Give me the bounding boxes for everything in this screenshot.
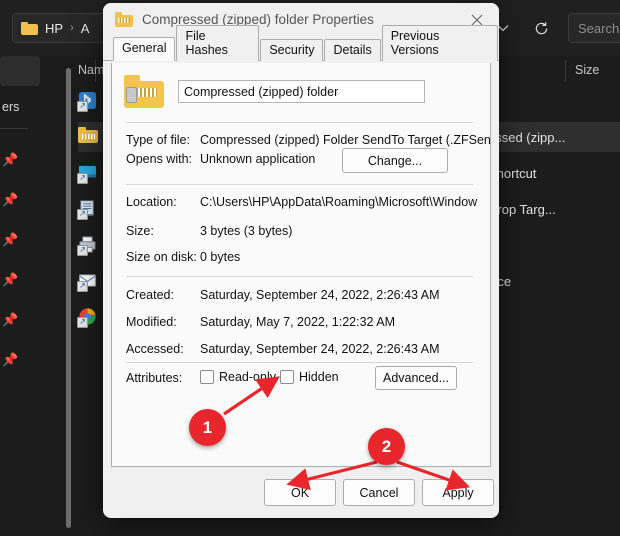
shortcut-overlay-icon: ↗ — [77, 101, 88, 112]
size-on-disk-label: Size on disk: — [126, 250, 197, 264]
dialog-footer: OK Cancel Apply — [103, 471, 499, 518]
sidebar-divider — [0, 128, 28, 129]
readonly-label: Read-only — [219, 370, 276, 384]
tab-security[interactable]: Security — [260, 39, 323, 61]
file-type: Shortcut — [488, 166, 608, 181]
refresh-icon[interactable] — [527, 14, 555, 42]
opens-with-label: Opens with: — [126, 152, 192, 166]
shortcut-overlay-icon: ↗ — [77, 281, 88, 292]
readonly-checkbox[interactable]: Read-only — [200, 370, 276, 384]
ok-button[interactable]: OK — [264, 479, 336, 506]
zip-folder-icon — [78, 127, 98, 147]
tab-previous-versions[interactable]: Previous Versions — [382, 25, 498, 61]
accessed-label: Accessed: — [126, 342, 184, 356]
bluetooth-icon: ↗ — [78, 91, 98, 111]
scrollbar-thumb[interactable] — [66, 68, 71, 528]
annotation-badge-2: 2 — [368, 428, 405, 465]
tab-bar: General File Hashes Security Details Pre… — [103, 36, 499, 61]
column-header-size[interactable]: Size — [575, 63, 599, 83]
zip-folder-icon — [115, 12, 133, 27]
pin-icon[interactable]: 📌 — [2, 232, 17, 247]
file-name-row — [124, 75, 425, 108]
sidebar-item-label: ers — [2, 100, 42, 114]
breadcrumb-segment-hp[interactable]: HP — [45, 21, 63, 36]
annotation-badge-1: 1 — [189, 409, 226, 446]
sidebar-selected-item[interactable] — [0, 56, 40, 86]
size-value: 3 bytes (3 bytes) — [200, 224, 292, 238]
fax-icon: ↗ — [78, 235, 98, 255]
divider — [126, 184, 473, 185]
created-value: Saturday, September 24, 2022, 2:26:43 AM — [200, 288, 440, 302]
size-on-disk-value: 0 bytes — [200, 250, 240, 264]
pin-icon[interactable]: 📌 — [2, 272, 17, 287]
cancel-button[interactable]: Cancel — [343, 479, 415, 506]
shortcut-overlay-icon: ↗ — [77, 173, 88, 184]
location-value: C:\Users\HP\AppData\Roaming\Microsoft\Wi… — [200, 195, 477, 209]
tab-file-hashes[interactable]: File Hashes — [176, 25, 259, 61]
divider — [126, 122, 473, 123]
shortcut-overlay-icon: ↗ — [77, 317, 88, 328]
navigation-sidebar: ers 📌 📌 📌 📌 📌 📌 — [0, 56, 60, 536]
sharex-icon: ↗ — [78, 307, 98, 327]
checkbox-box[interactable] — [280, 370, 294, 384]
shortcut-overlay-icon: ↗ — [77, 209, 88, 220]
file-type: t — [488, 238, 608, 253]
pin-icon[interactable]: 📌 — [2, 312, 17, 327]
sidebar-scrollbar[interactable] — [66, 60, 71, 532]
breadcrumb-segment-appdata[interactable]: A — [81, 21, 90, 36]
tab-details[interactable]: Details — [324, 39, 380, 61]
size-label: Size: — [126, 224, 154, 238]
pin-icon[interactable]: 📌 — [2, 152, 17, 167]
chevron-right-icon: › — [70, 22, 74, 34]
pin-icon[interactable]: 📌 — [2, 192, 17, 207]
accessed-value: Saturday, September 24, 2022, 2:26:43 AM — [200, 342, 440, 356]
file-name-input[interactable] — [178, 80, 425, 103]
divider — [126, 362, 473, 363]
file-type: essed (zipp... — [488, 130, 608, 145]
change-button[interactable]: Change... — [342, 148, 448, 173]
column-divider-size — [565, 60, 566, 82]
checkbox-box[interactable] — [200, 370, 214, 384]
hidden-checkbox[interactable]: Hidden — [280, 370, 339, 384]
pin-icon[interactable]: 📌 — [2, 352, 17, 367]
modified-value: Saturday, May 7, 2022, 1:22:32 AM — [200, 315, 395, 329]
modified-label: Modified: — [126, 315, 177, 329]
file-type: Drop Targ... — [488, 202, 608, 217]
shortcut-overlay-icon: ↗ — [77, 245, 88, 256]
attributes-label: Attributes: — [126, 371, 182, 385]
properties-dialog: Compressed (zipped) folder Properties Ge… — [103, 3, 499, 518]
apply-button[interactable]: Apply — [422, 479, 494, 506]
created-label: Created: — [126, 288, 174, 302]
type-of-file-label: Type of file: — [126, 133, 190, 147]
opens-with-value: Unknown application — [200, 152, 315, 166]
file-type: vice — [488, 274, 608, 289]
folder-icon — [21, 22, 38, 35]
general-tab-panel: Type of file: Compressed (zipped) Folder… — [111, 63, 491, 467]
type-of-file-value: Compressed (zipped) Folder SendTo Target… — [200, 133, 491, 147]
divider — [126, 276, 473, 277]
search-input[interactable]: Search S — [568, 13, 620, 43]
file-type: t — [488, 94, 608, 109]
location-label: Location: — [126, 195, 177, 209]
advanced-button[interactable]: Advanced... — [375, 366, 457, 390]
zip-folder-icon — [124, 75, 164, 108]
document-icon: ↗ — [78, 199, 98, 219]
mail-icon: ↗ — [78, 271, 98, 291]
file-type: t — [488, 310, 608, 325]
desktop-icon: ↗ — [78, 163, 98, 183]
hidden-label: Hidden — [299, 370, 339, 384]
tab-general[interactable]: General — [113, 37, 175, 61]
